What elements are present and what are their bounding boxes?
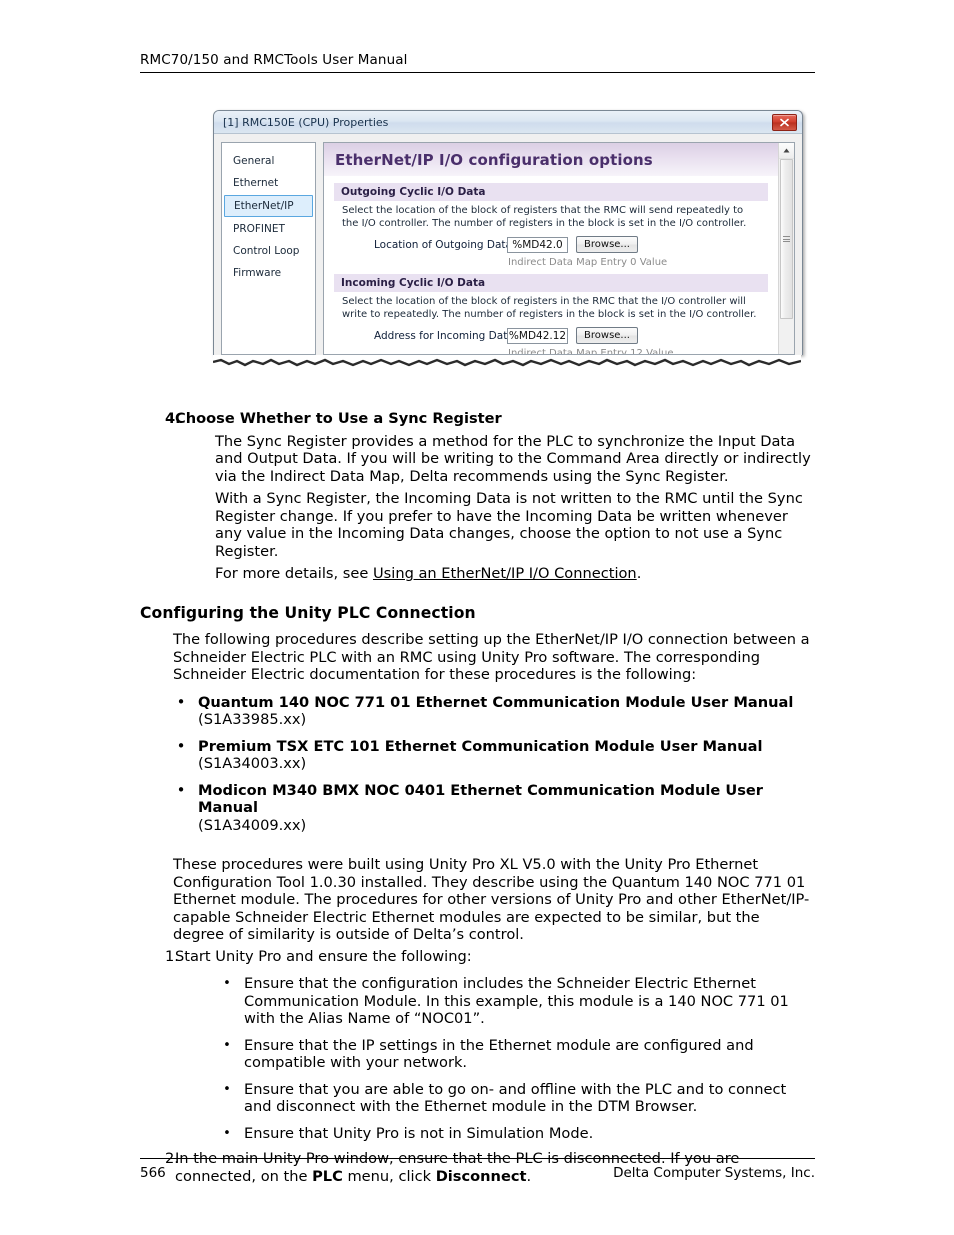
scroll-up-arrow-icon[interactable] xyxy=(779,143,794,159)
list-item: • Ensure that the IP settings in the Eth… xyxy=(210,1037,815,1072)
bullet-icon: • xyxy=(223,1037,231,1053)
list-item: • Ensure that the configuration includes… xyxy=(210,975,815,1028)
see-also-suffix: . xyxy=(636,565,642,582)
dialog-content-pane: EtherNet/IP I/O configuration options Ou… xyxy=(323,142,795,355)
outgoing-data-hint: Indirect Data Map Entry 0 Value xyxy=(508,257,668,268)
list-item: • Quantum 140 NOC 771 01 Ethernet Commun… xyxy=(164,692,815,729)
figure-dialog-screenshot: [1] RMC150E (CPU) Properties General Eth… xyxy=(213,110,806,371)
page-footer: 566 Delta Computer Systems, Inc. xyxy=(140,1158,815,1181)
manual-name: Modicon M340 BMX NOC 0401 Ethernet Commu… xyxy=(198,781,763,817)
list-item: • Modicon M340 BMX NOC 0401 Ethernet Com… xyxy=(164,780,815,835)
manual-name: Quantum 140 NOC 771 01 Ethernet Communic… xyxy=(198,693,794,711)
section-heading: Outgoing Cyclic I/O Data xyxy=(334,183,768,201)
section-heading: Incoming Cyclic I/O Data xyxy=(334,274,768,292)
step-4-title: Choose Whether to Use a Sync Register xyxy=(175,410,502,427)
list-item: • Ensure that Unity Pro is not in Simula… xyxy=(210,1125,815,1143)
sidebar-item-firmware[interactable]: Firmware xyxy=(222,262,315,284)
bullet-icon: • xyxy=(223,1125,231,1141)
sidebar-item-profinet[interactable]: PROFINET xyxy=(222,218,315,240)
document-page: RMC70/150 and RMCTools User Manual [1] R… xyxy=(0,0,954,1235)
manual-code: (S1A33985.xx) xyxy=(198,711,307,728)
manual-name: Premium TSX ETC 101 Ethernet Communicati… xyxy=(198,737,763,755)
dialog-body: General Ethernet EtherNet/IP PROFINET Co… xyxy=(214,134,802,355)
page-number: 566 xyxy=(140,1165,166,1181)
list-item: • Premium TSX ETC 101 Ethernet Communica… xyxy=(164,736,815,773)
torn-edge-decoration xyxy=(213,355,801,371)
page-section-title: Configuring the Unity PLC Connection xyxy=(140,603,476,622)
bullet-icon: • xyxy=(176,736,186,755)
step-1: 1. Start Unity Pro and ensure the follow… xyxy=(140,948,815,966)
footer-company: Delta Computer Systems, Inc. xyxy=(613,1165,815,1181)
section-description: Select the location of the block of regi… xyxy=(342,296,757,320)
cross-reference-link[interactable]: Using an EtherNet/IP I/O Connection xyxy=(373,565,637,582)
incoming-data-input[interactable]: %MD42.12 xyxy=(507,327,568,344)
step-4-paragraph-3: For more details, see Using an EtherNet/… xyxy=(215,565,815,583)
bullet-icon: • xyxy=(223,1081,231,1097)
scrollbar-grip-icon xyxy=(783,234,790,243)
content-scroll-area: EtherNet/IP I/O configuration options Ou… xyxy=(324,143,778,354)
step-4-paragraph-1: The Sync Register provides a method for … xyxy=(215,432,811,485)
bullet-text: Ensure that Unity Pro is not in Simulati… xyxy=(244,1124,594,1142)
outgoing-data-label: Location of Outgoing Data: xyxy=(374,238,516,251)
outgoing-data-row: Location of Outgoing Data: %MD42.0 Brows… xyxy=(334,230,768,253)
content-banner-title: EtherNet/IP I/O configuration options xyxy=(335,151,653,169)
header-rule xyxy=(140,72,815,73)
step-4: 4. Choose Whether to Use a Sync Register xyxy=(140,410,815,428)
properties-dialog: [1] RMC150E (CPU) Properties General Eth… xyxy=(213,110,803,355)
running-header: RMC70/150 and RMCTools User Manual xyxy=(140,52,815,73)
sidebar-item-ethernet[interactable]: Ethernet xyxy=(222,172,315,194)
outgoing-data-input[interactable]: %MD42.0 xyxy=(507,236,568,253)
section-description: Select the location of the block of regi… xyxy=(342,205,747,229)
bullet-icon: • xyxy=(223,976,231,991)
incoming-browse-button[interactable]: Browse... xyxy=(576,327,638,344)
unity-steps: 1. Start Unity Pro and ensure the follow… xyxy=(140,948,815,1186)
section-incoming-cyclic-io: Incoming Cyclic I/O Data Select the loca… xyxy=(324,274,778,354)
step-1-bullets: • Ensure that the configuration includes… xyxy=(210,975,815,1142)
bullet-text: Ensure that the configuration includes t… xyxy=(244,975,789,1027)
list-item: • Ensure that you are able to go on- and… xyxy=(210,1081,815,1116)
section-outgoing-cyclic-io: Outgoing Cyclic I/O Data Select the loca… xyxy=(324,183,778,268)
outgoing-browse-button[interactable]: Browse... xyxy=(576,236,638,253)
incoming-data-hint: Indirect Data Map Entry 12 Value xyxy=(508,348,674,354)
bullet-icon: • xyxy=(176,692,186,711)
content-banner: EtherNet/IP I/O configuration options xyxy=(324,143,778,177)
sidebar-item-ethernetip[interactable]: EtherNet/IP xyxy=(224,195,313,217)
running-header-title: RMC70/150 and RMCTools User Manual xyxy=(140,52,408,68)
dialog-sidebar: General Ethernet EtherNet/IP PROFINET Co… xyxy=(221,142,316,355)
close-icon[interactable] xyxy=(772,113,797,131)
sidebar-item-control-loop[interactable]: Control Loop xyxy=(222,240,315,262)
document-body: 4. Choose Whether to Use a Sync Register… xyxy=(140,408,815,1185)
manual-list: • Quantum 140 NOC 771 01 Ethernet Commun… xyxy=(164,692,815,835)
bullet-icon: • xyxy=(176,780,186,799)
bullet-text: Ensure that the IP settings in the Ether… xyxy=(244,1036,754,1072)
step-1-text: Start Unity Pro and ensure the following… xyxy=(175,947,472,965)
step-4-paragraph-2: With a Sync Register, the Incoming Data … xyxy=(215,490,803,560)
step-4-number: 4. xyxy=(165,410,181,427)
unity-note-paragraph: These procedures were built using Unity … xyxy=(173,856,810,943)
vertical-scrollbar[interactable] xyxy=(778,143,794,354)
sidebar-item-general[interactable]: General xyxy=(222,150,315,172)
see-also-prefix: For more details, see xyxy=(215,565,373,582)
incoming-data-label: Address for Incoming Data: xyxy=(374,329,518,342)
step-1-number: 1. xyxy=(165,947,179,965)
incoming-data-row: Address for Incoming Data: %MD42.12 Brow… xyxy=(334,321,768,344)
manual-code: (S1A34003.xx) xyxy=(198,755,307,772)
bullet-text: Ensure that you are able to go on- and o… xyxy=(244,1080,787,1116)
dialog-title: [1] RMC150E (CPU) Properties xyxy=(223,115,389,129)
manual-code: (S1A34009.xx) xyxy=(198,816,307,834)
dialog-titlebar: [1] RMC150E (CPU) Properties xyxy=(214,111,802,134)
unity-intro-paragraph: The following procedures describe settin… xyxy=(173,631,810,683)
scrollbar-thumb[interactable] xyxy=(780,159,793,319)
